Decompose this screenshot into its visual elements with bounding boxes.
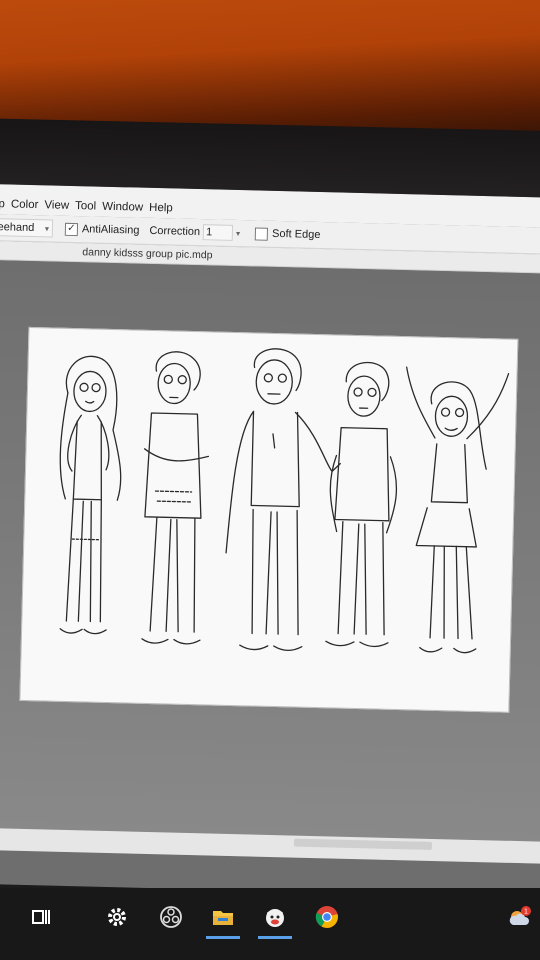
file-explorer-button[interactable] <box>206 900 240 939</box>
task-view-button[interactable] <box>24 900 58 934</box>
character-lineup-sketch <box>59 348 510 654</box>
sketch-figure-5 <box>405 366 510 654</box>
document-tab[interactable]: danny kidsss group pic.mdp <box>82 246 212 261</box>
menu-item-view[interactable]: View <box>41 199 72 216</box>
drawing-canvas[interactable] <box>19 326 519 713</box>
antialias-checkbox[interactable]: ✓ AntiAliasing <box>64 222 140 237</box>
sketch-figure-3 <box>225 348 341 652</box>
correction-select[interactable]: 1 <box>202 224 234 241</box>
brush-mode-select[interactable]: reehand ▾ <box>0 217 54 238</box>
active-indicator <box>258 936 292 939</box>
menu-item-help[interactable]: Help <box>146 202 176 219</box>
task-view-icon <box>32 910 50 924</box>
cloud-weather-icon: 1 <box>509 906 531 925</box>
chevron-down-icon: ▾ <box>236 228 241 238</box>
scrollbar-thumb[interactable] <box>293 838 433 850</box>
menu-item-color[interactable]: Color <box>8 198 42 215</box>
sketch-figure-2 <box>141 351 210 645</box>
soft-edge-checkbox[interactable]: Soft Edge <box>254 226 321 242</box>
active-indicator <box>206 936 240 939</box>
settings-button[interactable] <box>100 900 134 934</box>
chrome-button[interactable] <box>310 900 344 934</box>
correction-value: 1 <box>205 226 213 239</box>
menu-item-tool[interactable]: Tool <box>72 200 99 217</box>
antialias-label: AntiAliasing <box>81 223 140 237</box>
chrome-icon <box>315 906 338 928</box>
medibang-paint-icon <box>266 909 284 927</box>
notification-badge: 1 <box>524 909 528 916</box>
correction-label: Correction <box>149 224 201 239</box>
obs-button[interactable] <box>154 900 188 934</box>
correction-control: Correction 1 ▾ <box>149 223 243 241</box>
chevron-down-icon: ▾ <box>44 223 50 233</box>
brush-mode-value: reehand <box>0 221 35 235</box>
sketch-figure-1 <box>59 355 122 635</box>
medibang-window: p Color View Tool Window Help reehand ▾ … <box>0 184 540 898</box>
soft-edge-label: Soft Edge <box>271 227 321 242</box>
windows-taskbar: 1 <box>0 888 540 960</box>
menu-item-window[interactable]: Window <box>99 201 146 218</box>
weather-button[interactable]: 1 <box>502 900 536 934</box>
horizontal-scrollbar[interactable] <box>0 827 540 864</box>
checkbox-checked-icon: ✓ <box>64 222 79 236</box>
sketch-figure-4 <box>325 361 398 648</box>
checkbox-empty-icon <box>254 226 269 241</box>
medibang-button[interactable] <box>258 900 292 939</box>
canvas-workspace[interactable] <box>0 259 540 864</box>
obs-studio-icon <box>160 906 182 928</box>
file-explorer-icon <box>213 911 233 925</box>
settings-gear-icon <box>108 908 126 926</box>
